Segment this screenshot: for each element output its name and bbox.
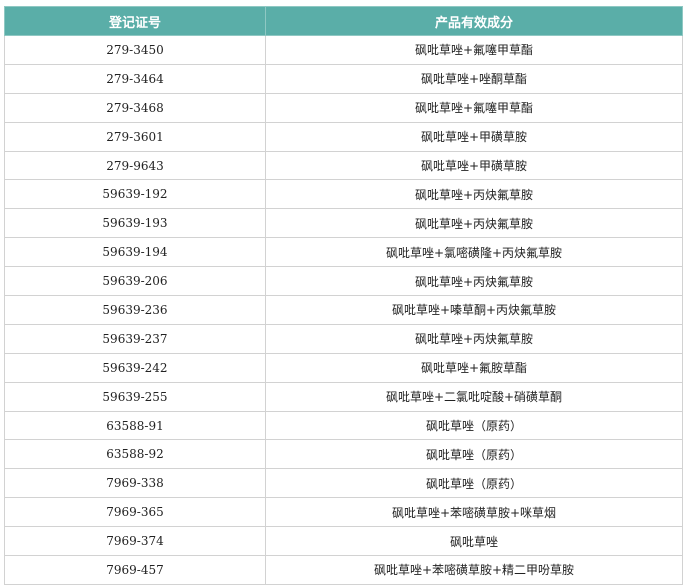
table-row: 7969-457 砜吡草唑+苯嘧磺草胺+精二甲吩草胺 <box>4 555 683 585</box>
active-ingredient-cell: 砜吡草唑+丙炔氟草胺 <box>265 179 683 210</box>
table-row: 7969-365 砜吡草唑+苯嘧磺草胺+咪草烟 <box>4 497 683 528</box>
table-row: 59639-242 砜吡草唑+氟胺草酯 <box>4 352 683 383</box>
table-row: 59639-206 砜吡草唑+丙炔氟草胺 <box>4 266 683 297</box>
registration-number-cell: 59639-237 <box>4 323 266 354</box>
page: 登记证号 产品有效成分 279-3450 砜吡草唑+氟噻甲草酯 279-3464 砜… <box>0 0 686 588</box>
active-ingredient-cell: 砜吡草唑+丙炔氟草胺 <box>265 323 683 354</box>
registration-number-cell: 59639-255 <box>4 381 266 412</box>
table-row: 279-3450 砜吡草唑+氟噻甲草酯 <box>4 35 683 65</box>
header-active-ingredients: 产品有效成分 <box>265 6 683 36</box>
active-ingredient-cell: 砜吡草唑+二氯吡啶酸+硝磺草酮 <box>265 381 683 412</box>
registration-number-cell: 279-3601 <box>4 121 266 152</box>
registration-number-cell: 59639-236 <box>4 295 266 325</box>
active-ingredient-cell: 砜吡草唑（原药） <box>265 439 683 470</box>
registration-number-cell: 279-3464 <box>4 63 266 94</box>
table-row: 59639-255 砜吡草唑+二氯吡啶酸+硝磺草酮 <box>4 381 683 412</box>
active-ingredient-cell: 砜吡草唑+氟噻甲草酯 <box>265 92 683 123</box>
registration-number-cell: 59639-242 <box>4 352 266 383</box>
registration-number-cell: 63588-91 <box>4 410 266 441</box>
registration-number-cell: 59639-193 <box>4 208 266 239</box>
active-ingredient-cell: 砜吡草唑（原药） <box>265 468 683 499</box>
registration-number-cell: 59639-194 <box>4 237 266 268</box>
registration-number-cell: 59639-206 <box>4 266 266 297</box>
registration-number-cell: 59639-192 <box>4 179 266 210</box>
table-row: 63588-91 砜吡草唑（原药） <box>4 410 683 441</box>
active-ingredient-cell: 砜吡草唑+苯嘧磺草胺+咪草烟 <box>265 497 683 528</box>
active-ingredient-cell: 砜吡草唑+甲磺草胺 <box>265 121 683 152</box>
active-ingredient-cell: 砜吡草唑 <box>265 526 683 557</box>
active-ingredient-cell: 砜吡草唑+氟胺草酯 <box>265 352 683 383</box>
registration-number-cell: 279-3450 <box>4 35 266 65</box>
registration-number-cell: 7969-338 <box>4 468 266 499</box>
table-row: 63588-92 砜吡草唑（原药） <box>4 439 683 470</box>
table-row: 279-3601 砜吡草唑+甲磺草胺 <box>4 121 683 152</box>
header-registration-number: 登记证号 <box>4 6 266 36</box>
table-row: 59639-192 砜吡草唑+丙炔氟草胺 <box>4 179 683 210</box>
active-ingredient-cell: 砜吡草唑+苯嘧磺草胺+精二甲吩草胺 <box>265 555 683 585</box>
table-row: 59639-194 砜吡草唑+氯嘧磺隆+丙炔氟草胺 <box>4 237 683 268</box>
registration-table: 登记证号 产品有效成分 279-3450 砜吡草唑+氟噻甲草酯 279-3464 砜… <box>4 6 683 585</box>
table-row: 279-9643 砜吡草唑+甲磺草胺 <box>4 150 683 181</box>
table-row: 279-3468 砜吡草唑+氟噻甲草酯 <box>4 92 683 123</box>
table-row: 59639-193 砜吡草唑+丙炔氟草胺 <box>4 208 683 239</box>
active-ingredient-cell: 砜吡草唑+氯嘧磺隆+丙炔氟草胺 <box>265 237 683 268</box>
active-ingredient-cell: 砜吡草唑（原药） <box>265 410 683 441</box>
active-ingredient-cell: 砜吡草唑+嗪草酮+丙炔氟草胺 <box>265 295 683 325</box>
table-row: 59639-237 砜吡草唑+丙炔氟草胺 <box>4 323 683 354</box>
table-row: 7969-338 砜吡草唑（原药） <box>4 468 683 499</box>
registration-number-cell: 7969-374 <box>4 526 266 557</box>
active-ingredient-cell: 砜吡草唑+甲磺草胺 <box>265 150 683 181</box>
active-ingredient-cell: 砜吡草唑+丙炔氟草胺 <box>265 266 683 297</box>
active-ingredient-cell: 砜吡草唑+唑酮草酯 <box>265 63 683 94</box>
registration-number-cell: 7969-457 <box>4 555 266 585</box>
table-header-row: 登记证号 产品有效成分 <box>4 6 683 36</box>
registration-number-cell: 7969-365 <box>4 497 266 528</box>
active-ingredient-cell: 砜吡草唑+氟噻甲草酯 <box>265 35 683 65</box>
active-ingredient-cell: 砜吡草唑+丙炔氟草胺 <box>265 208 683 239</box>
table-row: 279-3464 砜吡草唑+唑酮草酯 <box>4 63 683 94</box>
table-row: 7969-374 砜吡草唑 <box>4 526 683 557</box>
registration-number-cell: 279-3468 <box>4 92 266 123</box>
registration-number-cell: 279-9643 <box>4 150 266 181</box>
table-row: 59639-236 砜吡草唑+嗪草酮+丙炔氟草胺 <box>4 295 683 325</box>
registration-number-cell: 63588-92 <box>4 439 266 470</box>
